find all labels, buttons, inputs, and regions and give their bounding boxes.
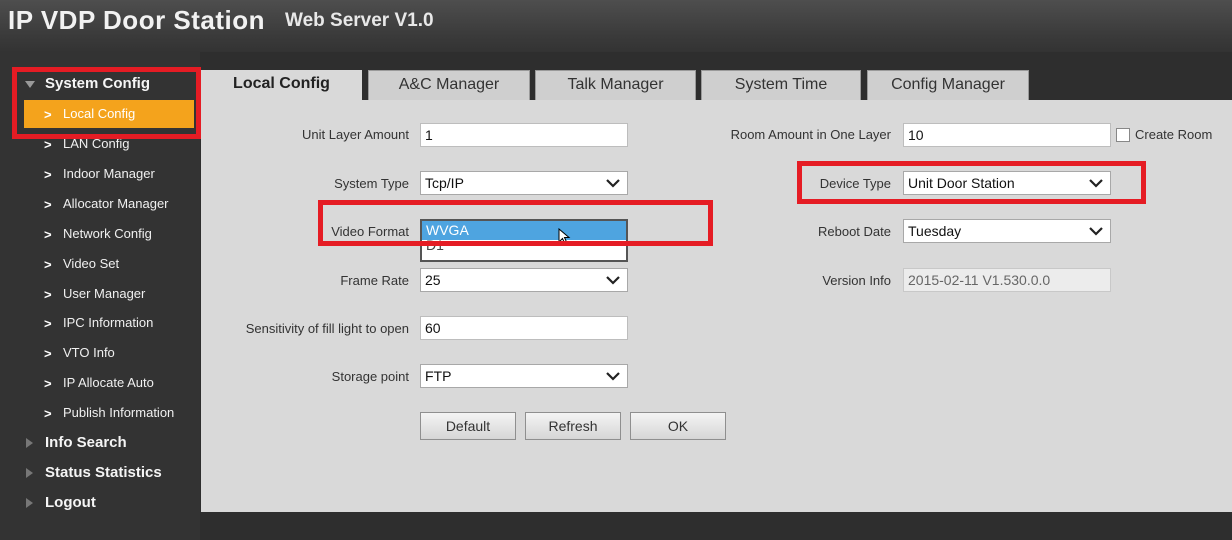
chevron-right-icon: > — [44, 406, 52, 421]
sidebar-item-label: Video Set — [63, 256, 120, 271]
sidebar-item-vto-info[interactable]: > VTO Info — [24, 339, 194, 367]
refresh-button[interactable]: Refresh — [525, 412, 621, 440]
system-type-value: Tcp/IP — [425, 175, 464, 191]
chevron-right-icon: > — [44, 257, 52, 272]
reboot-date-value: Tuesday — [908, 223, 962, 239]
sidebar-item-ip-allocate-auto[interactable]: > IP Allocate Auto — [24, 369, 194, 397]
room-amount-input[interactable]: 10 — [903, 123, 1111, 147]
sidebar-item-label: IPC Information — [63, 315, 154, 330]
sidebar-item-label: Publish Information — [63, 405, 175, 420]
room-amount-label: Room Amount in One Layer — [730, 127, 891, 142]
unit-layer-amount-label: Unit Layer Amount — [302, 127, 409, 142]
sidebar-item-publish-information[interactable]: > Publish Information — [24, 399, 194, 427]
tab-ac-manager[interactable]: A&C Manager — [368, 70, 530, 100]
chevron-right-icon: > — [44, 137, 52, 152]
chevron-down-icon — [1089, 227, 1103, 236]
footer-bar — [201, 512, 1232, 540]
frame-rate-select[interactable]: 25 — [420, 268, 628, 292]
nav-group-info-search[interactable]: Info Search — [0, 429, 200, 457]
chevron-right-icon: > — [44, 227, 52, 242]
version-info-value: 2015-02-11 V1.530.0.0 — [903, 268, 1111, 292]
chevron-right-icon: > — [44, 376, 52, 391]
app-title: IP VDP Door Station — [8, 5, 266, 35]
triangle-right-icon — [26, 468, 33, 478]
storage-point-label: Storage point — [331, 369, 409, 384]
unit-layer-amount-input[interactable]: 1 — [420, 123, 628, 147]
sensitivity-label: Sensitivity of fill light to open — [245, 321, 409, 336]
nav-group-label: Info Search — [45, 434, 127, 451]
highlight-box-video-format — [318, 200, 713, 246]
chevron-down-icon — [606, 276, 620, 285]
chevron-right-icon: > — [44, 287, 52, 302]
nav-group-label: Status Statistics — [45, 464, 162, 481]
sidebar-item-ipc-information[interactable]: > IPC Information — [24, 309, 194, 337]
triangle-right-icon — [26, 438, 33, 448]
sensitivity-input[interactable]: 60 — [420, 316, 628, 340]
ok-button[interactable]: OK — [630, 412, 726, 440]
create-room-label: Create Room — [1135, 127, 1213, 142]
sidebar-item-video-set[interactable]: > Video Set — [24, 250, 194, 278]
tab-system-time[interactable]: System Time — [701, 70, 861, 100]
sidebar-item-label: Allocator Manager — [63, 196, 169, 211]
sidebar-item-label: User Manager — [63, 286, 146, 301]
tab-talk-manager[interactable]: Talk Manager — [535, 70, 696, 100]
highlight-box-device-type — [797, 161, 1146, 204]
system-type-label: System Type — [334, 176, 409, 191]
nav-group-logout[interactable]: Logout — [0, 489, 200, 517]
chevron-down-icon — [606, 372, 620, 381]
highlight-box-system-config — [12, 67, 201, 139]
nav-group-status-statistics[interactable]: Status Statistics — [0, 459, 200, 487]
create-room-checkbox[interactable] — [1116, 128, 1130, 142]
sidebar-item-label: Network Config — [63, 226, 152, 241]
storage-point-select[interactable]: FTP — [420, 364, 628, 388]
chevron-right-icon: > — [44, 197, 52, 212]
storage-point-value: FTP — [425, 368, 452, 384]
default-button[interactable]: Default — [420, 412, 516, 440]
triangle-right-icon — [26, 498, 33, 508]
chevron-down-icon — [606, 179, 620, 188]
system-type-select[interactable]: Tcp/IP — [420, 171, 628, 195]
sidebar-item-label: VTO Info — [63, 345, 115, 360]
app-header: IP VDP Door Station Web Server V1.0 — [0, 0, 1232, 52]
version-info-label: Version Info — [822, 273, 891, 288]
tab-config-manager[interactable]: Config Manager — [867, 70, 1029, 100]
reboot-date-select[interactable]: Tuesday — [903, 219, 1111, 243]
nav-group-label: Logout — [45, 494, 96, 511]
sidebar-item-network-config[interactable]: > Network Config — [24, 220, 194, 248]
frame-rate-value: 25 — [425, 272, 441, 288]
chevron-right-icon: > — [44, 316, 52, 331]
app-subtitle: Web Server V1.0 — [285, 10, 434, 31]
reboot-date-label: Reboot Date — [818, 224, 891, 239]
chevron-right-icon: > — [44, 167, 52, 182]
main-panel: Local Config A&C Manager Talk Manager Sy… — [201, 70, 1232, 512]
sidebar-item-indoor-manager[interactable]: > Indoor Manager — [24, 160, 194, 188]
frame-rate-label: Frame Rate — [340, 273, 409, 288]
sidebar-item-user-manager[interactable]: > User Manager — [24, 280, 194, 308]
sidebar-item-label: IP Allocate Auto — [63, 375, 154, 390]
sidebar-item-allocator-manager[interactable]: > Allocator Manager — [24, 190, 194, 218]
tab-local-config[interactable]: Local Config — [201, 70, 362, 101]
chevron-right-icon: > — [44, 346, 52, 361]
tab-bar: Local Config A&C Manager Talk Manager Sy… — [201, 70, 1232, 101]
sidebar-item-label: Indoor Manager — [63, 166, 155, 181]
